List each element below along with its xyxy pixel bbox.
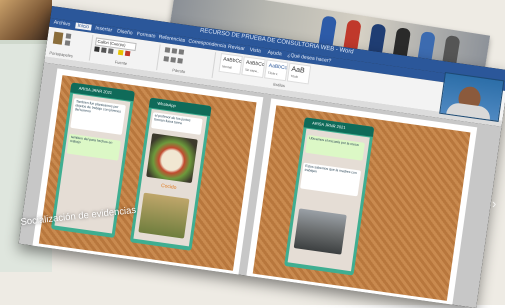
chat-bubble: Tambien fue planteamos por objetos de tr… <box>70 98 126 135</box>
corkboard: ARISA JRNR 2021 Tambien fue planteamos p… <box>38 75 257 271</box>
style-heading-1[interactable]: AaBbCc Título 1 <box>264 59 289 82</box>
food-photo <box>146 133 198 184</box>
group-label-paragraph: Párrafo <box>171 67 186 75</box>
tab-archivo[interactable]: Archivo <box>53 19 70 27</box>
chat-message: el profesor de los juntos forman fuera t… <box>153 113 191 126</box>
presenter-webcam <box>439 72 505 122</box>
copy-icon[interactable] <box>64 40 71 46</box>
chat-phone: ARISA JRNR 2021 Ubicamos el escuela por … <box>284 117 375 276</box>
highlight-icon[interactable] <box>117 49 124 56</box>
align-right-icon[interactable] <box>177 58 183 64</box>
align-left-icon[interactable] <box>163 56 170 62</box>
group-divider <box>88 34 94 61</box>
italic-icon[interactable] <box>101 47 107 53</box>
chat-bubble: tambien del para hechos en trabajo <box>66 133 121 161</box>
chat-message: Ubicamos el escuela por la mesa <box>308 136 359 148</box>
font-color-icon[interactable] <box>124 50 131 57</box>
chat-bubble: Ubicamos el escuela por la mesa <box>305 134 365 161</box>
style-name: Normal <box>221 64 233 70</box>
food-photo <box>138 192 190 239</box>
style-normal[interactable]: AaBbCc Normal <box>218 52 243 75</box>
group-divider <box>156 44 161 71</box>
tab-insertar[interactable]: Insertar <box>95 25 113 33</box>
multilevel-icon[interactable] <box>178 49 185 55</box>
chat-message: Estos sabemos que la madres con trabajan <box>304 163 358 176</box>
numbering-icon[interactable] <box>171 48 178 54</box>
chat-message: tambien del para hechos en trabajo <box>70 134 113 145</box>
tab-inicio[interactable]: Inicio <box>75 22 92 31</box>
chat-title: ARISA JRNR 2021 <box>311 120 346 131</box>
tab-ayuda[interactable]: Ayuda <box>267 49 282 57</box>
chat-bubble: el profesor de los juntos forman fuera t… <box>150 112 203 135</box>
paste-icon[interactable] <box>52 31 64 45</box>
style-name: Título 1 <box>267 70 279 77</box>
chevron-right-icon[interactable]: › <box>492 196 496 211</box>
chat-screen: el profesor de los juntos forman fuera t… <box>133 108 208 247</box>
chat-bubble: Estos sabemos que la madres con trabajan <box>300 162 362 197</box>
bold-icon[interactable] <box>94 46 100 52</box>
photo-caption: Cocido <box>160 182 177 192</box>
underline-icon[interactable] <box>107 48 114 54</box>
chat-screen: Ubicamos el escuela por la mesa Estos sa… <box>287 128 370 272</box>
group-divider <box>211 52 217 79</box>
panel-divider <box>0 40 52 44</box>
chat-message: Tambien fue planteamos por objetos de tr… <box>74 99 122 114</box>
style-sample: AaBbCc <box>268 62 288 72</box>
document-page: ARISA JRNR 2021 Tambien fue planteamos p… <box>32 68 264 278</box>
group-label-font: Fuente <box>114 59 128 66</box>
corkboard: ARISA JRNR 2021 Ubicamos el escuela por … <box>252 105 471 301</box>
bullets-icon[interactable] <box>164 47 171 53</box>
street-photo <box>293 208 347 255</box>
chat-title: WhatsApp <box>157 100 177 109</box>
tab-formato[interactable]: Formato <box>136 31 155 40</box>
align-center-icon[interactable] <box>170 57 177 63</box>
cut-icon[interactable] <box>65 33 72 39</box>
style-no-spacing[interactable]: AaBbCc Sin espa... <box>241 56 266 79</box>
group-label-styles: Estilos <box>272 81 286 89</box>
style-title[interactable]: AaB Título <box>286 62 312 85</box>
tab-diseno[interactable]: Diseño <box>117 28 133 36</box>
document-page: ARISA JRNR 2021 Ubicamos el escuela por … <box>245 98 478 308</box>
style-name: Título <box>290 73 299 79</box>
chat-phone: WhatsApp el profesor de los juntos forma… <box>129 97 212 251</box>
tab-vista[interactable]: Vista <box>249 47 261 54</box>
style-sample: AaBbCc <box>245 59 265 69</box>
style-sample: AaBbCc <box>222 56 242 65</box>
tab-revisar[interactable]: Revisar <box>228 44 246 52</box>
chat-title: ARISA JRNR 2021 <box>78 85 113 96</box>
style-name: Sin espa... <box>244 67 260 74</box>
webcam-thumbnail <box>0 0 52 40</box>
